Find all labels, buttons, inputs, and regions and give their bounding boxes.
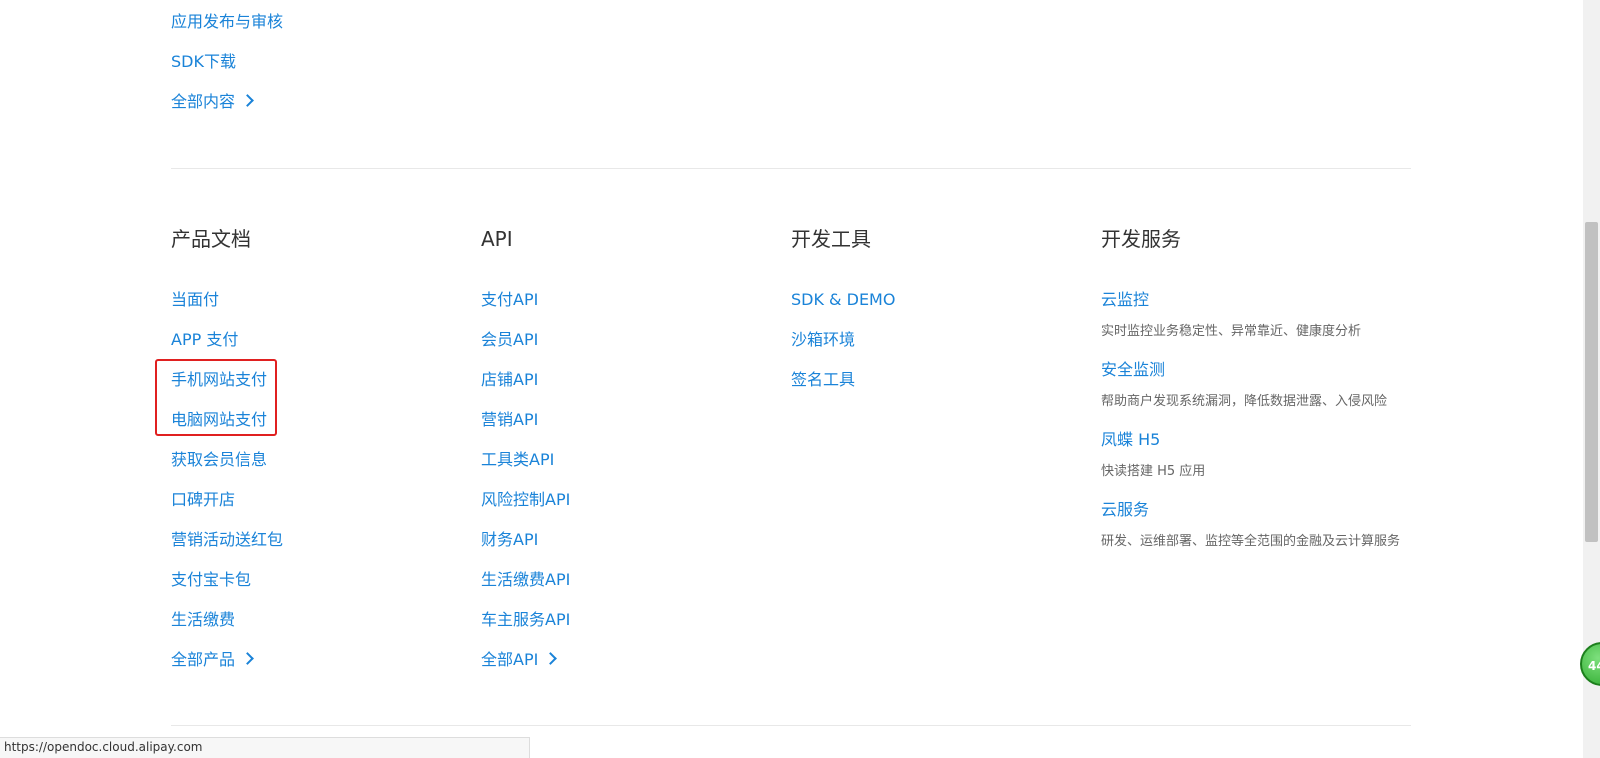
- column-title-api: API: [481, 227, 513, 251]
- dev-service-desc: 研发、运维部署、监控等全范围的金融及云计算服务: [1101, 534, 1401, 549]
- link-app-publish-review[interactable]: 应用发布与审核: [171, 12, 283, 32]
- product-link[interactable]: 获取会员信息: [171, 450, 267, 470]
- chevron-right-icon: [241, 652, 254, 665]
- dev-service-link[interactable]: 云监控: [1101, 290, 1149, 310]
- api-link[interactable]: 工具类API: [481, 450, 554, 470]
- product-link[interactable]: 当面付: [171, 290, 219, 310]
- dev-tool-link[interactable]: 沙箱环境: [791, 330, 855, 350]
- scrollbar-thumb[interactable]: [1585, 222, 1598, 542]
- chevron-right-icon: [241, 94, 254, 107]
- column-title-dev-services: 开发服务: [1101, 227, 1181, 251]
- product-link[interactable]: 支付宝卡包: [171, 570, 251, 590]
- product-link[interactable]: 营销活动送红包: [171, 530, 283, 550]
- dev-service-desc: 快读搭建 H5 应用: [1101, 464, 1206, 479]
- product-link[interactable]: APP 支付: [171, 330, 238, 350]
- section-divider: [171, 168, 1411, 169]
- link-all-content[interactable]: 全部内容: [171, 92, 254, 112]
- link-all-api-label: 全部API: [481, 650, 539, 669]
- link-all-api[interactable]: 全部API: [481, 650, 558, 670]
- column-title-product-docs: 产品文档: [171, 227, 251, 251]
- api-link[interactable]: 店铺API: [481, 370, 538, 390]
- dev-service-link[interactable]: 云服务: [1101, 500, 1149, 520]
- footer-divider: [171, 725, 1411, 726]
- link-all-products[interactable]: 全部产品: [171, 650, 254, 670]
- dev-tool-link[interactable]: SDK & DEMO: [791, 290, 895, 310]
- api-link[interactable]: 车主服务API: [481, 610, 570, 630]
- link-all-content-label: 全部内容: [171, 92, 236, 111]
- dev-service-desc: 帮助商户发现系统漏洞，降低数据泄露、入侵风险: [1101, 394, 1388, 409]
- link-sdk-download[interactable]: SDK下载: [171, 52, 236, 72]
- dev-service-link[interactable]: 安全监测: [1101, 360, 1165, 380]
- page: 应用发布与审核 SDK下载 全部内容 产品文档 当面付 APP 支付 手机网站支…: [0, 0, 1600, 758]
- column-title-dev-tools: 开发工具: [791, 227, 871, 251]
- product-link[interactable]: 口碑开店: [171, 490, 235, 510]
- api-link[interactable]: 风险控制API: [481, 490, 570, 510]
- api-link[interactable]: 会员API: [481, 330, 538, 350]
- highlight-annotation-box: [155, 359, 277, 436]
- api-link[interactable]: 财务API: [481, 530, 538, 550]
- dev-service-desc: 实时监控业务稳定性、异常靠近、健康度分析: [1101, 324, 1362, 339]
- dev-service-link[interactable]: 凤蝶 H5: [1101, 430, 1160, 450]
- link-all-products-label: 全部产品: [171, 650, 236, 669]
- api-link[interactable]: 生活缴费API: [481, 570, 570, 590]
- chevron-right-icon: [544, 652, 558, 665]
- product-link[interactable]: 生活缴费: [171, 610, 235, 630]
- api-link[interactable]: 营销API: [481, 410, 538, 430]
- api-link[interactable]: 支付API: [481, 290, 538, 310]
- dev-tool-link[interactable]: 签名工具: [791, 370, 855, 390]
- status-bar-url: https://opendoc.cloud.alipay.com: [0, 737, 530, 758]
